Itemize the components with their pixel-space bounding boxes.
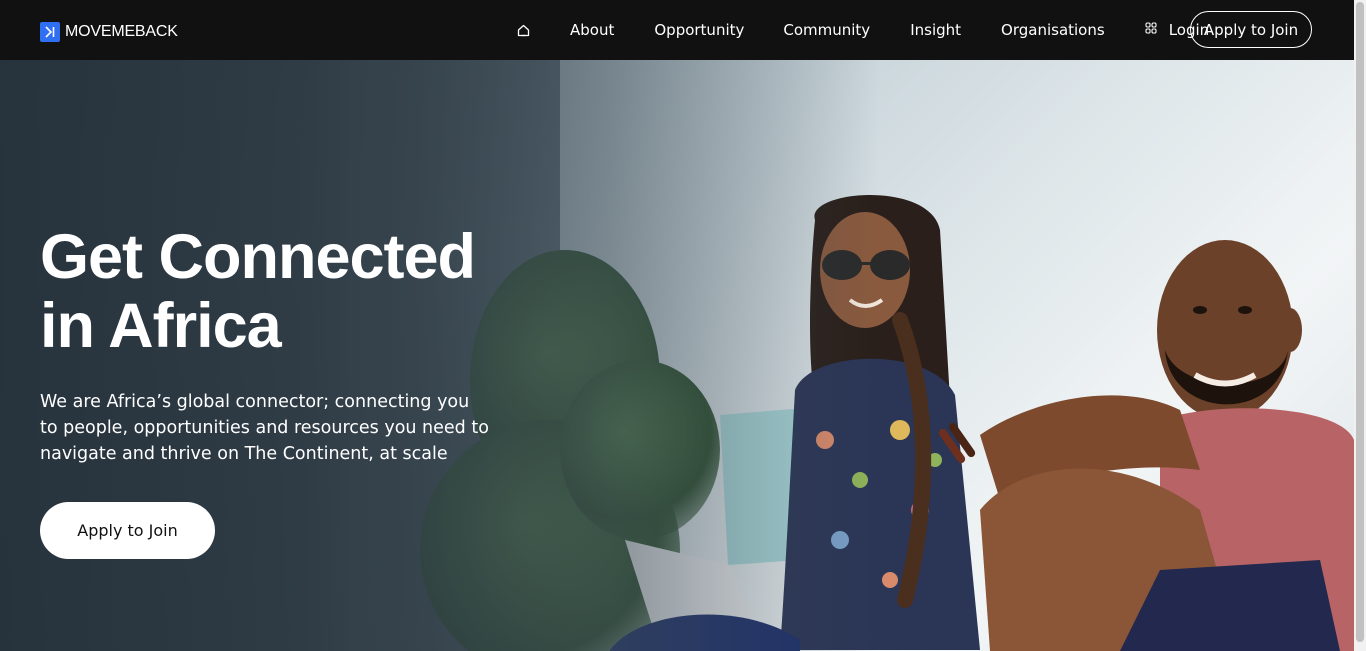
main-nav: About Opportunity Community Insight Orga…: [515, 0, 1209, 60]
page: MOVEMEBACK About Opportunity Community I…: [0, 0, 1366, 651]
hero-title: Get Connected in Africa: [40, 223, 560, 361]
brand-name: MOVEMEBACK: [65, 23, 178, 40]
apply-to-join-nav-button[interactable]: Apply to Join: [1190, 11, 1312, 48]
hero-title-line-1: Get Connected: [40, 222, 476, 292]
hero-title-line-2: in Africa: [40, 291, 282, 361]
home-icon[interactable]: [515, 22, 531, 38]
nav-about[interactable]: About: [570, 21, 614, 39]
brand-mark-icon: [40, 22, 60, 42]
brand-logo[interactable]: MOVEMEBACK: [40, 22, 178, 42]
apps-grid-icon: [1145, 21, 1157, 39]
hero-subtitle: We are Africa’s global connector; connec…: [40, 392, 489, 464]
nav-organisations[interactable]: Organisations: [1001, 21, 1105, 39]
apply-to-join-hero-button[interactable]: Apply to Join: [40, 502, 215, 559]
nav-insight[interactable]: Insight: [910, 21, 961, 39]
top-navbar: MOVEMEBACK About Opportunity Community I…: [0, 0, 1354, 60]
scrollbar-thumb[interactable]: [1356, 2, 1364, 642]
hero-section: Get Connected in Africa We are Africa’s …: [0, 60, 1354, 651]
nav-community[interactable]: Community: [783, 21, 870, 39]
nav-opportunity[interactable]: Opportunity: [654, 21, 744, 39]
